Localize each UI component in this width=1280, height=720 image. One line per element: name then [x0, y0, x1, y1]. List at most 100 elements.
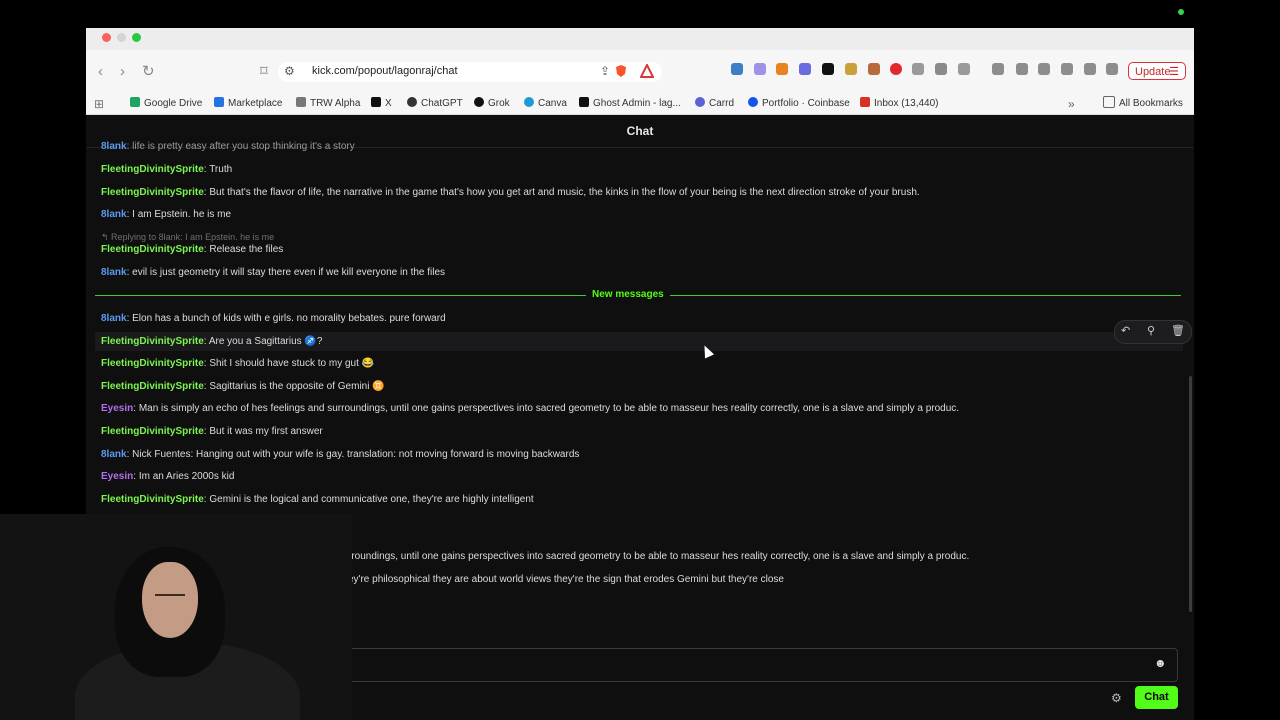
message-text: Elon has a bunch of kids with e girls. n…: [132, 313, 446, 324]
chat-message-partial[interactable]: rroundings, until one gains perspectives…: [348, 551, 969, 562]
chat-message[interactable]: FleetingDivinitySprite: Sagittarius is t…: [101, 381, 385, 392]
username[interactable]: FleetingDivinitySprite: [101, 187, 204, 198]
bookmark-ghost-admin[interactable]: Ghost Admin - lag...: [579, 94, 681, 114]
chat-message[interactable]: FleetingDivinitySprite: Shit I should ha…: [101, 358, 374, 369]
bookmark-carrd[interactable]: Carrd: [695, 94, 734, 114]
extension-icon-4[interactable]: [799, 63, 811, 75]
reload-icon[interactable]: ↻: [142, 62, 155, 82]
username[interactable]: FleetingDivinitySprite: [101, 494, 204, 505]
extension-icon-9[interactable]: [912, 63, 924, 75]
chat-message[interactable]: Eyesin: Im an Aries 2000s kid: [101, 471, 234, 482]
username[interactable]: FleetingDivinitySprite: [101, 336, 204, 347]
send-chat-button[interactable]: Chat: [1135, 686, 1178, 709]
bookmark-label: Inbox (13,440): [874, 98, 939, 109]
menu-icon: ☰: [1169, 66, 1179, 78]
chat-scrollbar[interactable]: [1189, 376, 1192, 612]
extension-icon-5[interactable]: [822, 63, 834, 75]
chat-message[interactable]: FleetingDivinitySprite: But that's the f…: [101, 187, 920, 198]
bookmark-chatgpt[interactable]: ChatGPT: [407, 94, 463, 114]
all-bookmarks[interactable]: All Bookmarks: [1103, 94, 1183, 114]
apps-grid-icon[interactable]: ⊞: [94, 94, 104, 114]
settings-gear-icon[interactable]: ⚙: [1111, 691, 1122, 705]
username[interactable]: FleetingDivinitySprite: [101, 164, 204, 175]
brave-rewards-icon[interactable]: [640, 64, 654, 78]
bookmark-label: Marketplace: [228, 98, 283, 109]
bookmark-coinbase[interactable]: Portfolio · Coinbase: [748, 94, 850, 114]
google-drive-icon: [130, 97, 140, 108]
message-text: But it was my first answer: [209, 426, 323, 437]
extension-icon-2[interactable]: [754, 63, 766, 75]
close-window-button[interactable]: [102, 33, 111, 42]
chat-message[interactable]: FleetingDivinitySprite: Release the file…: [101, 244, 283, 255]
username[interactable]: FleetingDivinitySprite: [101, 381, 204, 392]
username[interactable]: FleetingDivinitySprite: [101, 426, 204, 437]
back-icon[interactable]: ‹: [98, 62, 103, 82]
username[interactable]: Eyesin: [101, 403, 133, 414]
site-info-icon[interactable]: ⚙: [284, 64, 295, 78]
bookmark-google-drive[interactable]: Google Drive: [130, 94, 202, 114]
reply-text: Replying to 8lank: I am Epstein. he is m…: [111, 232, 275, 242]
minimize-window-button[interactable]: [117, 33, 126, 42]
bookmark-page-icon[interactable]: ⌑: [260, 62, 268, 82]
bookmark-x[interactable]: X: [371, 94, 392, 114]
username[interactable]: 8lank: [101, 313, 127, 324]
message-text: Truth: [209, 164, 233, 175]
username[interactable]: FleetingDivinitySprite: [101, 244, 204, 255]
chat-input[interactable]: [326, 648, 1178, 682]
chat-message[interactable]: FleetingDivinitySprite: Truth: [101, 164, 232, 175]
chat-message[interactable]: FleetingDivinitySprite: Are you a Sagitt…: [101, 336, 322, 347]
leo-ai-icon[interactable]: [1084, 63, 1096, 75]
extension-icon-11[interactable]: [958, 63, 970, 75]
extension-icon-6[interactable]: [845, 63, 857, 75]
more-bookmarks-icon[interactable]: »: [1068, 94, 1075, 114]
chat-message[interactable]: Eyesin: Man is simply an echo of hes fee…: [101, 403, 959, 414]
chat-message-partial[interactable]: ey're philosophical they are about world…: [348, 574, 784, 585]
chat-message[interactable]: FleetingDivinitySprite: Gemini is the lo…: [101, 494, 534, 505]
forward-icon[interactable]: ›: [120, 62, 125, 82]
download-icon[interactable]: [992, 63, 1004, 75]
message-text: Are you a Sagittarius ♐?: [208, 336, 323, 347]
share-icon[interactable]: ⇪: [600, 64, 610, 78]
extensions-puzzle-icon[interactable]: [935, 63, 947, 75]
emoji-icon[interactable]: ☻: [1154, 656, 1167, 670]
reply-context[interactable]: ↰ Replying to 8lank: I am Epstein. he is…: [101, 232, 274, 243]
wallet-icon[interactable]: [1061, 63, 1073, 75]
bookmark-trw-alpha[interactable]: TRW Alpha: [296, 94, 360, 114]
username[interactable]: Eyesin: [101, 471, 133, 482]
message-actions: ↶ ⚲ 🗑: [1114, 320, 1192, 344]
webcam-overlay: [0, 514, 352, 720]
bookmark-grok[interactable]: Grok: [474, 94, 510, 114]
message-text: ey're philosophical they are about world…: [348, 574, 784, 585]
username[interactable]: 8lank: [101, 141, 127, 152]
chat-message[interactable]: 8lank: evil is just geometry it will sta…: [101, 267, 445, 278]
metamask-icon[interactable]: [776, 63, 788, 75]
extension-icon-1[interactable]: [731, 63, 743, 75]
username[interactable]: FleetingDivinitySprite: [101, 358, 204, 369]
username[interactable]: 8lank: [101, 267, 127, 278]
bookmarks-bar: ⊞ Google Drive Marketplace TRW Alpha X C…: [86, 94, 1194, 115]
opera-icon[interactable]: [890, 63, 902, 75]
chat-message[interactable]: FleetingDivinitySprite: But it was my fi…: [101, 426, 323, 437]
extension-icon-13[interactable]: [1016, 63, 1028, 75]
bookmark-canva[interactable]: Canva: [524, 94, 567, 114]
username[interactable]: 8lank: [101, 449, 127, 460]
bookmark-label: Google Drive: [144, 98, 203, 109]
pin-icon[interactable]: ⚲: [1147, 324, 1155, 338]
bookmark-gmail[interactable]: Inbox (13,440): [860, 94, 939, 114]
maximize-window-button[interactable]: [132, 33, 141, 42]
chat-message[interactable]: 8lank: Nick Fuentes: Hanging out with yo…: [101, 449, 579, 460]
brave-shield-icon[interactable]: [614, 64, 628, 78]
chat-message[interactable]: 8lank: Elon has a bunch of kids with e g…: [101, 313, 446, 324]
sidebar-icon[interactable]: [1038, 63, 1050, 75]
coinbase-icon: [748, 97, 758, 108]
bookmark-marketplace[interactable]: Marketplace: [214, 94, 282, 114]
vpn-icon[interactable]: [1106, 63, 1118, 75]
x-icon: [371, 97, 381, 108]
chat-message[interactable]: 8lank: I am Epstein. he is me: [101, 209, 231, 220]
delete-icon[interactable]: 🗑: [1171, 324, 1185, 338]
reply-icon[interactable]: ↶: [1121, 324, 1130, 338]
address-bar[interactable]: ⚙ kick.com/popout/lagonraj/chat ⇪: [278, 62, 662, 82]
update-button[interactable]: Update ☰: [1128, 62, 1186, 80]
extension-icon-7[interactable]: [868, 63, 880, 75]
username[interactable]: 8lank: [101, 209, 127, 220]
